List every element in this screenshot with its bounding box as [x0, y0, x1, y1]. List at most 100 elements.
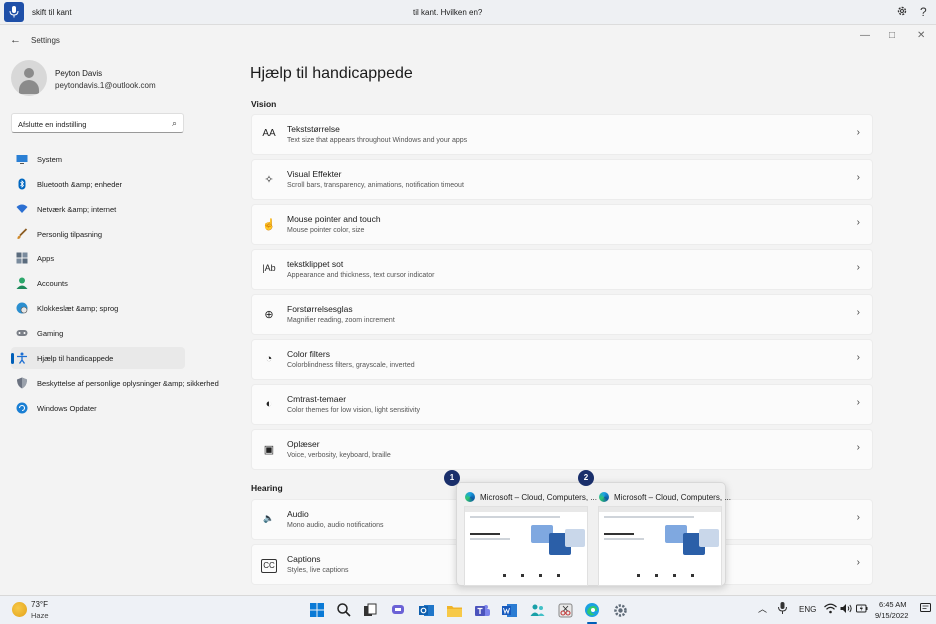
- card-title: Visual Effekter: [287, 169, 342, 179]
- tray-volume-button[interactable]: [840, 603, 853, 616]
- card-subtitle: Voice, verbosity, keyboard, braille: [287, 452, 391, 459]
- word-button[interactable]: [500, 601, 518, 619]
- scissors-icon: [558, 603, 572, 617]
- file-explorer-button[interactable]: [445, 601, 463, 619]
- settings-taskbar-button[interactable]: [611, 601, 629, 619]
- clock-date[interactable]: 9/15/2022: [875, 611, 908, 620]
- chat-button[interactable]: [389, 601, 407, 619]
- sidebar-item-label: Apps: [37, 254, 55, 263]
- text-cursor-icon: |Ab: [262, 263, 276, 273]
- clock-time[interactable]: 6:45 AM: [879, 600, 907, 609]
- update-icon: [16, 402, 28, 414]
- card-title: Forstørrelsesglas: [287, 304, 353, 314]
- card-text-cursor[interactable]: |Ab tekstklippet sot Appearance and thic…: [251, 249, 873, 290]
- card-title: Color filters: [287, 349, 330, 359]
- card-subtitle: Text size that appears throughout Window…: [287, 137, 468, 144]
- sidebar-item-accounts[interactable]: Accounts: [11, 272, 185, 294]
- weather-icon[interactable]: [12, 602, 27, 617]
- pointer-touch-icon: ☝: [262, 219, 276, 231]
- chat-icon: [392, 605, 404, 614]
- accessibility-icon: [17, 352, 27, 364]
- thumbnail-preview: [464, 506, 588, 586]
- monitor-icon: [16, 155, 28, 164]
- sidebar-item-apps[interactable]: Apps: [11, 247, 185, 269]
- teams-button[interactable]: [473, 601, 491, 619]
- sidebar-item-windows-update[interactable]: Windows Opdater: [11, 397, 185, 419]
- card-title: Captions: [287, 554, 321, 564]
- card-subtitle: Scroll bars, transparency, animations, n…: [287, 182, 464, 189]
- microphone-icon: [778, 602, 787, 614]
- sidebar-item-label: Gaming: [37, 329, 64, 338]
- maximize-button[interactable]: □: [889, 30, 895, 41]
- sidebar-item-time-language[interactable]: Klokkeslæt &amp; sprog: [11, 297, 185, 319]
- wifi-icon: [824, 603, 837, 614]
- show-hidden-icons-button[interactable]: ︿: [758, 602, 767, 615]
- start-button[interactable]: [308, 601, 326, 619]
- app-title: Settings: [31, 36, 60, 45]
- captions-icon: CC: [261, 559, 277, 573]
- card-contrast-themes[interactable]: ◐ Cmtrast-temaer Color themes for low vi…: [251, 384, 873, 425]
- outlook-icon: [418, 604, 434, 616]
- card-subtitle: Magnifier reading, zoom increment: [287, 317, 395, 324]
- globe-clock-icon: [16, 302, 28, 314]
- voice-number-badge-1: 1: [444, 470, 460, 486]
- notification-center-button[interactable]: [920, 603, 931, 616]
- sidebar-item-label: Windows Opdater: [37, 404, 97, 413]
- tray-battery-button[interactable]: [856, 603, 868, 616]
- chevron-right-icon: ›: [856, 557, 860, 568]
- thumbnail-2[interactable]: Microsoft – Cloud, Computers, ...: [594, 486, 731, 586]
- sidebar-item-system[interactable]: System: [11, 148, 185, 170]
- edge-icon: [599, 492, 609, 502]
- sidebar-item-accessibility[interactable]: Hjælp til handicappede: [11, 347, 185, 369]
- back-arrow-icon[interactable]: ←: [10, 34, 21, 46]
- taskbar: 73°F Haze ︿ ENG 6:45 AM 9/15/2022: [0, 595, 936, 624]
- voice-help-button[interactable]: ?: [920, 5, 927, 19]
- tray-microphone-button[interactable]: [778, 602, 787, 616]
- voice-settings-button[interactable]: [896, 5, 908, 20]
- task-view-icon: [364, 603, 377, 616]
- weather-temperature[interactable]: 73°F: [31, 600, 48, 609]
- people-button[interactable]: [528, 601, 546, 619]
- search-icon: [337, 603, 351, 617]
- gear-icon: [897, 6, 907, 16]
- voice-prompt-text: til kant. Hvilken en?: [413, 8, 483, 17]
- outlook-button[interactable]: [417, 601, 435, 619]
- sidebar-item-gaming[interactable]: Gaming: [11, 322, 185, 344]
- taskbar-search-button[interactable]: [335, 601, 353, 619]
- card-color-filters[interactable]: ◔ Color filters Colorblindness filters, …: [251, 339, 873, 380]
- thumbnail-1[interactable]: Microsoft – Cloud, Computers, ...: [460, 486, 597, 586]
- sidebar-item-label: Netværk &amp; internet: [37, 205, 117, 214]
- sidebar-item-label: Bluetooth &amp; enheder: [37, 180, 123, 189]
- minimize-button[interactable]: —: [860, 30, 870, 41]
- card-magnifier[interactable]: ⊕ Forstørrelsesglas Magnifier reading, z…: [251, 294, 873, 335]
- palette-icon: ◔: [265, 353, 273, 365]
- sidebar-item-label: System: [37, 155, 63, 164]
- shield-icon: [17, 377, 27, 389]
- sidebar-item-bluetooth[interactable]: Bluetooth &amp; enheder: [11, 173, 185, 195]
- narrator-icon: ▣: [263, 444, 275, 456]
- card-mouse-pointer[interactable]: ☝ Mouse pointer and touch Mouse pointer …: [251, 204, 873, 245]
- thumbnail-title: Microsoft – Cloud, Computers, ...: [614, 493, 731, 502]
- weather-condition[interactable]: Haze: [31, 611, 49, 620]
- snipping-tool-button[interactable]: [556, 601, 574, 619]
- card-title: Cmtrast-temaer: [287, 394, 347, 404]
- card-visual-effects[interactable]: ✧ Visual Effekter Scroll bars, transpare…: [251, 159, 873, 200]
- search-icon[interactable]: ⌕: [172, 118, 177, 129]
- sidebar-item-privacy-security[interactable]: Beskyttelse af personlige oplysninger &a…: [11, 372, 235, 394]
- close-button[interactable]: ✕: [917, 30, 925, 41]
- task-view-button[interactable]: [361, 601, 379, 619]
- search-input[interactable]: Afslutte en indstilling ⌕: [11, 113, 184, 133]
- microphone-button[interactable]: [4, 2, 24, 22]
- card-text-size[interactable]: AA Tekststørrelse Text size that appears…: [251, 114, 873, 155]
- speaker-icon: 🔈: [263, 513, 275, 523]
- tray-network-button[interactable]: [824, 603, 837, 616]
- card-narrator[interactable]: ▣ Oplæser Voice, verbosity, keyboard, br…: [251, 429, 873, 470]
- sidebar-item-network[interactable]: Netværk &amp; internet: [11, 198, 185, 220]
- edge-button[interactable]: [583, 601, 601, 619]
- language-indicator[interactable]: ENG: [799, 605, 816, 614]
- sidebar-item-personalization[interactable]: Personlig tilpasning: [11, 223, 185, 245]
- wifi-icon: [16, 204, 28, 213]
- avatar[interactable]: [11, 60, 47, 96]
- card-subtitle: Mouse pointer color, size: [287, 227, 365, 234]
- notification-icon: [920, 603, 931, 612]
